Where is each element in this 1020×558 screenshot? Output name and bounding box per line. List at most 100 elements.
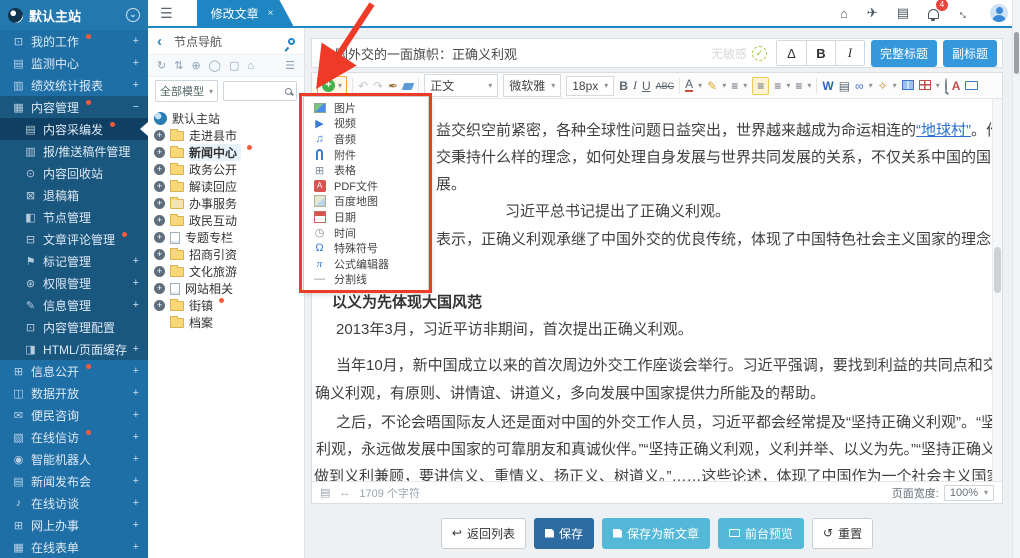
sidebar-item-rejected-box[interactable]: ⊠ 退稿箱 xyxy=(0,184,148,206)
expand-all-icon[interactable]: ⊕ xyxy=(191,59,200,72)
tree-node-investment[interactable]: + 招商引资 xyxy=(154,246,300,263)
preview-search-icon[interactable] xyxy=(945,79,947,93)
sidebar-item-convenience-consult[interactable]: ✉ 便民咨询 + xyxy=(0,404,148,426)
unordered-list-button[interactable]: ≡ xyxy=(795,79,802,93)
fullscreen-editor-icon[interactable] xyxy=(965,79,978,93)
menu-item-date[interactable]: 日期 xyxy=(304,209,428,225)
chevron-down-icon[interactable]: ⌄ xyxy=(126,8,140,22)
sidebar-item-content-editing[interactable]: ▤ 内容采编发 xyxy=(0,118,148,140)
font-size-select[interactable]: 18px▾ xyxy=(566,76,614,96)
paragraph-format-select[interactable]: 正文▾ xyxy=(424,74,498,97)
tree-node-default-site[interactable]: 默认主站 xyxy=(154,110,300,127)
sidebar-item-online-services[interactable]: ⊞ 网上办事 + xyxy=(0,514,148,536)
menu-item-table[interactable]: ⊞表格 xyxy=(304,162,428,178)
scroll-more-icon[interactable]: ▾ xyxy=(981,467,986,478)
tree-node-culture-tourism[interactable]: + 文化旅游 xyxy=(154,263,300,280)
home-icon[interactable]: ⌂ xyxy=(840,6,848,21)
eraser-icon[interactable] xyxy=(403,79,413,93)
page-width-select[interactable]: 100%▾ xyxy=(944,485,994,501)
expand-icon[interactable]: + xyxy=(154,181,165,192)
user-avatar[interactable] xyxy=(990,4,1008,22)
sidebar-item-content-management-config[interactable]: ⊡ 内容管理配置 xyxy=(0,316,148,338)
tree-search-input[interactable] xyxy=(223,81,297,101)
page-scrollbar[interactable] xyxy=(1012,0,1020,558)
sidebar-item-tag-management[interactable]: ⚑ 标记管理 + xyxy=(0,250,148,272)
pin-icon[interactable] xyxy=(287,36,297,46)
list-view-icon[interactable]: ☰ xyxy=(285,59,295,72)
sidebar-item-push-manuscript-management[interactable]: ▥ 报/推送稿件管理 xyxy=(0,140,148,162)
tree-node-archives[interactable]: 档案 xyxy=(170,314,300,331)
expand-icon[interactable]: + xyxy=(154,283,165,294)
expand-icon[interactable]: + xyxy=(154,232,165,243)
sidebar-item-info-management[interactable]: ✎ 信息管理 + xyxy=(0,294,148,316)
fullscreen-icon[interactable]: ↔ xyxy=(955,3,975,23)
tree-node-interpretation-response[interactable]: + 解读回应 xyxy=(154,178,300,195)
sidebar-item-node-management[interactable]: ◧ 节点管理 xyxy=(0,206,148,228)
insert-dropdown-button[interactable]: + ▾ xyxy=(317,76,347,95)
tree-node-public-interaction[interactable]: + 政民互动 xyxy=(154,212,300,229)
element-path-icon[interactable]: ▤ xyxy=(320,486,330,499)
site-switcher[interactable]: 默认主站 ⌄ xyxy=(0,0,148,30)
sidebar-item-content-recycle-bin[interactable]: ⊙ 内容回收站 xyxy=(0,162,148,184)
menu-item-time[interactable]: ◷时间 xyxy=(304,225,428,241)
menu-item-audio[interactable]: ♫音频 xyxy=(304,131,428,147)
editor-scrollbar[interactable] xyxy=(992,99,1002,481)
word-import-icon[interactable]: W xyxy=(822,79,833,93)
title-italic-button[interactable]: I xyxy=(835,41,864,65)
expand-icon[interactable]: + xyxy=(154,266,165,277)
model-filter-select[interactable]: 全部模型 ▾ xyxy=(155,80,218,102)
format-clean-icon[interactable]: ✧ xyxy=(878,79,888,93)
sidebar-item-online-form[interactable]: ▦ 在线表单 + xyxy=(0,536,148,558)
bell-icon[interactable]: 4 xyxy=(928,6,939,21)
expand-icon[interactable]: + xyxy=(154,130,165,141)
menu-item-special-symbols[interactable]: Ω特殊符号 xyxy=(304,240,428,256)
article-title-input[interactable] xyxy=(322,46,711,61)
tree-node-into-county[interactable]: + 走进县市 xyxy=(154,127,300,144)
sidebar-item-performance-reports[interactable]: ▥ 绩效统计报表 + xyxy=(0,74,148,96)
italic-button[interactable]: I xyxy=(633,78,637,93)
expand-icon[interactable]: + xyxy=(154,164,165,175)
frontend-preview-button[interactable]: 前台预览 xyxy=(718,518,804,549)
tab-close-icon[interactable]: × xyxy=(268,8,274,19)
menu-item-baidu-map[interactable]: 百度地图 xyxy=(304,194,428,210)
save-as-new-button[interactable]: 保存为新文章 xyxy=(602,518,710,549)
undo-icon[interactable]: ↶ xyxy=(358,79,368,93)
menu-item-divider[interactable]: —分割线 xyxy=(304,272,428,288)
font-family-select[interactable]: 微软雅▾ xyxy=(503,74,561,97)
tree-node-site-related[interactable]: + 网站相关 xyxy=(154,280,300,297)
letter-a-icon[interactable]: A xyxy=(952,79,961,93)
home-node-icon[interactable]: ⌂ xyxy=(247,60,254,72)
send-icon[interactable]: ✈ xyxy=(867,5,878,21)
sidebar-item-smart-robot[interactable]: ◉ 智能机器人 + xyxy=(0,448,148,470)
sidebar-item-permission-management[interactable]: ⊛ 权限管理 + xyxy=(0,272,148,294)
full-title-button[interactable]: 完整标题 xyxy=(871,40,937,67)
expand-icon[interactable]: + xyxy=(154,249,165,260)
tree-node-news-center[interactable]: + 新闻中心 xyxy=(154,144,300,161)
align-button[interactable]: ≡ xyxy=(731,79,738,93)
refresh-icon[interactable]: ↻ xyxy=(157,59,166,72)
expand-icon[interactable]: + xyxy=(154,215,165,226)
reset-button[interactable]: ↺重置 xyxy=(812,518,873,549)
menu-item-formula-editor[interactable]: π公式编辑器 xyxy=(304,256,428,272)
copy-icon[interactable]: ▢ xyxy=(229,59,239,72)
sidebar-item-content-management[interactable]: ▦ 内容管理 − xyxy=(0,96,148,118)
menu-item-video[interactable]: ▶视频 xyxy=(304,116,428,132)
tab-edit-article[interactable]: 修改文章 × xyxy=(197,0,294,26)
highlight-color-button[interactable]: ✎ xyxy=(707,79,717,93)
width-toggle-icon[interactable]: ↔ xyxy=(339,487,350,499)
tree-node-streets[interactable]: + 街镇 xyxy=(154,297,300,314)
tree-node-service[interactable]: + 办事服务 xyxy=(154,195,300,212)
redo-icon[interactable]: ↷ xyxy=(373,79,383,93)
sidebar-item-article-comment-management[interactable]: ⊟ 文章评论管理 xyxy=(0,228,148,250)
sidebar-item-monitoring-center[interactable]: ▤ 监测中心 + xyxy=(0,52,148,74)
link-icon[interactable]: ∞ xyxy=(855,79,864,93)
table-icon[interactable] xyxy=(919,79,931,93)
more-caret-icon[interactable]: ▾ xyxy=(936,81,940,90)
title-triangle-button[interactable]: Δ xyxy=(777,41,806,65)
bold-button[interactable]: B xyxy=(619,79,628,93)
sidebar-item-press-conference[interactable]: ▤ 新闻发布会 + xyxy=(0,470,148,492)
site-view-icon[interactable]: ◯ xyxy=(209,59,221,72)
expand-icon[interactable]: + xyxy=(154,147,165,158)
menu-item-image[interactable]: 图片 xyxy=(304,100,428,116)
news-icon[interactable]: ▤ xyxy=(897,5,909,21)
